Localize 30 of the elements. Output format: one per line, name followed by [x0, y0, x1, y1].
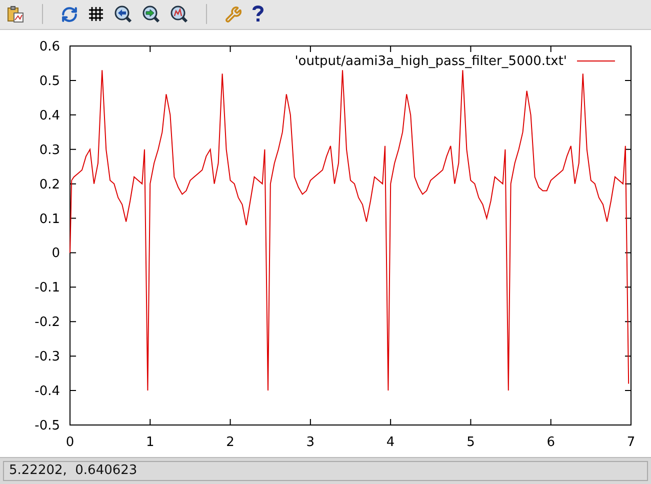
clipboard-icon[interactable] — [6, 5, 24, 24]
axis-tick-label: 5 — [466, 434, 475, 450]
legend-line-sample — [576, 60, 616, 62]
axis-tick-label: -0.5 — [34, 418, 60, 434]
axis-tick-label: 1 — [146, 434, 154, 450]
axis-tick-label: 6 — [546, 434, 555, 450]
axis-tick-label: -0.2 — [34, 315, 60, 330]
axis-tick-label: 0.6 — [39, 39, 60, 54]
axis-tick-label: 3 — [306, 434, 315, 450]
axis-tick-label: 2 — [226, 434, 234, 450]
axis-tick-label: 7 — [626, 434, 636, 450]
axis-tick-label: 0.4 — [39, 108, 60, 124]
legend-label: 'output/aami3a_high_pass_filter_5000.txt' — [294, 54, 567, 69]
axis-tick-label: 0.3 — [39, 142, 60, 158]
axis-tick-label: -0.4 — [34, 384, 60, 399]
axis-tick-label: 0 — [66, 434, 74, 450]
axis-tick-label: 0.2 — [39, 177, 60, 192]
zoom-forward-icon[interactable] — [142, 5, 160, 24]
axis-tick-label: 0.5 — [39, 74, 60, 89]
axis-tick-label: -0.1 — [34, 280, 60, 296]
axis-tick-label: -0.3 — [34, 350, 60, 365]
coordinates-readout: 5.22202, 0.640623 — [3, 461, 648, 481]
help-icon[interactable] — [252, 5, 264, 24]
axis-tick-label: 4 — [386, 434, 395, 450]
axis-tick-label: 0.1 — [39, 212, 60, 227]
grid-icon[interactable] — [88, 6, 104, 22]
refresh-icon[interactable] — [61, 6, 78, 23]
zoom-reset-icon[interactable] — [170, 5, 188, 24]
axis-tick-label: 0 — [52, 246, 60, 262]
zoom-back-icon[interactable] — [114, 5, 132, 24]
